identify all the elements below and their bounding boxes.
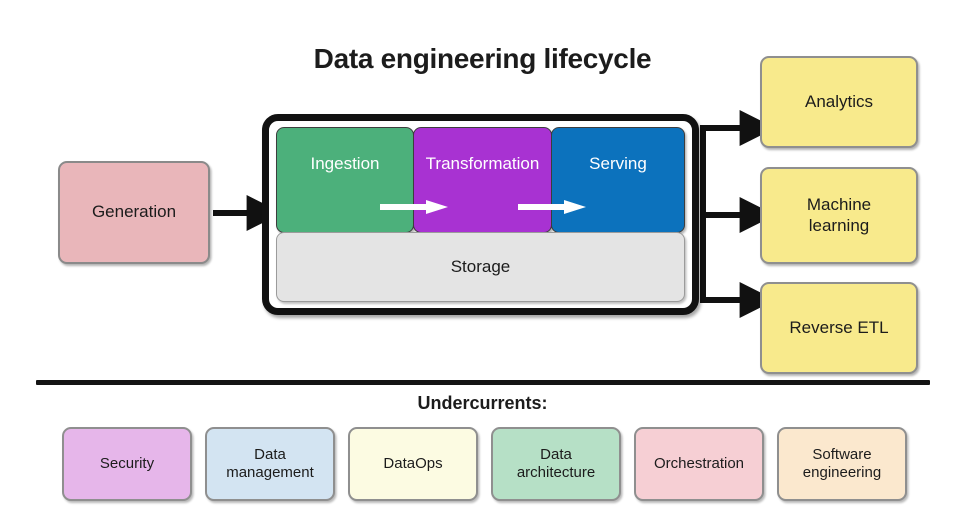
stage-transformation-label: Transformation bbox=[425, 154, 540, 173]
undercurrent-security[interactable]: Security bbox=[62, 427, 192, 501]
section-divider bbox=[36, 380, 930, 385]
node-reverse-etl[interactable]: Reverse ETL bbox=[760, 282, 918, 374]
stage-ingestion-label: Ingestion bbox=[310, 154, 380, 173]
undercurrent-data-management-line1: Data bbox=[254, 446, 286, 463]
undercurrent-data-management-line2: management bbox=[226, 464, 314, 481]
node-reverse-etl-label: Reverse ETL bbox=[789, 317, 889, 337]
undercurrent-orchestration-label: Orchestration bbox=[654, 455, 744, 473]
node-analytics[interactable]: Analytics bbox=[760, 56, 918, 148]
node-machine-learning-line1: Machine bbox=[806, 195, 872, 215]
undercurrent-software-engineering[interactable]: Software engineering bbox=[777, 427, 907, 501]
stage-transformation[interactable]: Transformation bbox=[413, 127, 552, 233]
undercurrent-software-engineering-line1: Software bbox=[812, 446, 872, 463]
undercurrents-heading: Undercurrents: bbox=[417, 393, 548, 413]
undercurrent-data-architecture[interactable]: Data architecture bbox=[491, 427, 621, 501]
undercurrent-data-architecture-line2: architecture bbox=[516, 464, 596, 481]
node-storage[interactable]: Storage bbox=[276, 232, 685, 302]
undercurrent-dataops-label: DataOps bbox=[383, 455, 442, 473]
undercurrent-software-engineering-line2: engineering bbox=[802, 464, 882, 481]
undercurrent-orchestration[interactable]: Orchestration bbox=[634, 427, 764, 501]
node-generation[interactable]: Generation bbox=[58, 161, 210, 264]
undercurrent-data-management[interactable]: Data management bbox=[205, 427, 335, 501]
diagram-canvas: Data engineering lifecycle Generation In… bbox=[0, 0, 965, 524]
node-generation-label: Generation bbox=[91, 202, 177, 222]
undercurrent-data-management-label: Data management bbox=[226, 446, 314, 482]
undercurrents-row: Security Data management DataOps Data ar… bbox=[62, 427, 907, 501]
stage-serving-label: Serving bbox=[589, 154, 647, 173]
node-machine-learning-line2: learning bbox=[808, 215, 870, 235]
undercurrent-dataops-line1: DataOps bbox=[383, 455, 443, 472]
lifecycle-inner: Ingestion Transformation Serving Storage bbox=[276, 127, 685, 302]
undercurrent-data-architecture-line1: Data bbox=[540, 446, 572, 463]
stage-serving[interactable]: Serving bbox=[551, 127, 685, 233]
undercurrent-dataops[interactable]: DataOps bbox=[348, 427, 478, 501]
undercurrent-orchestration-line1: Orchestration bbox=[653, 455, 745, 472]
undercurrent-security-label: Security bbox=[100, 455, 154, 473]
node-machine-learning[interactable]: Machine learning bbox=[760, 167, 918, 264]
node-analytics-label: Analytics bbox=[804, 91, 874, 111]
stage-ingestion[interactable]: Ingestion bbox=[276, 127, 414, 233]
undercurrent-data-architecture-label: Data architecture bbox=[517, 446, 595, 482]
node-storage-label: Storage bbox=[450, 257, 511, 276]
undercurrent-security-line1: Security bbox=[99, 455, 155, 472]
node-machine-learning-label: Machine learning bbox=[807, 195, 871, 235]
undercurrent-software-engineering-label: Software engineering bbox=[803, 446, 881, 482]
